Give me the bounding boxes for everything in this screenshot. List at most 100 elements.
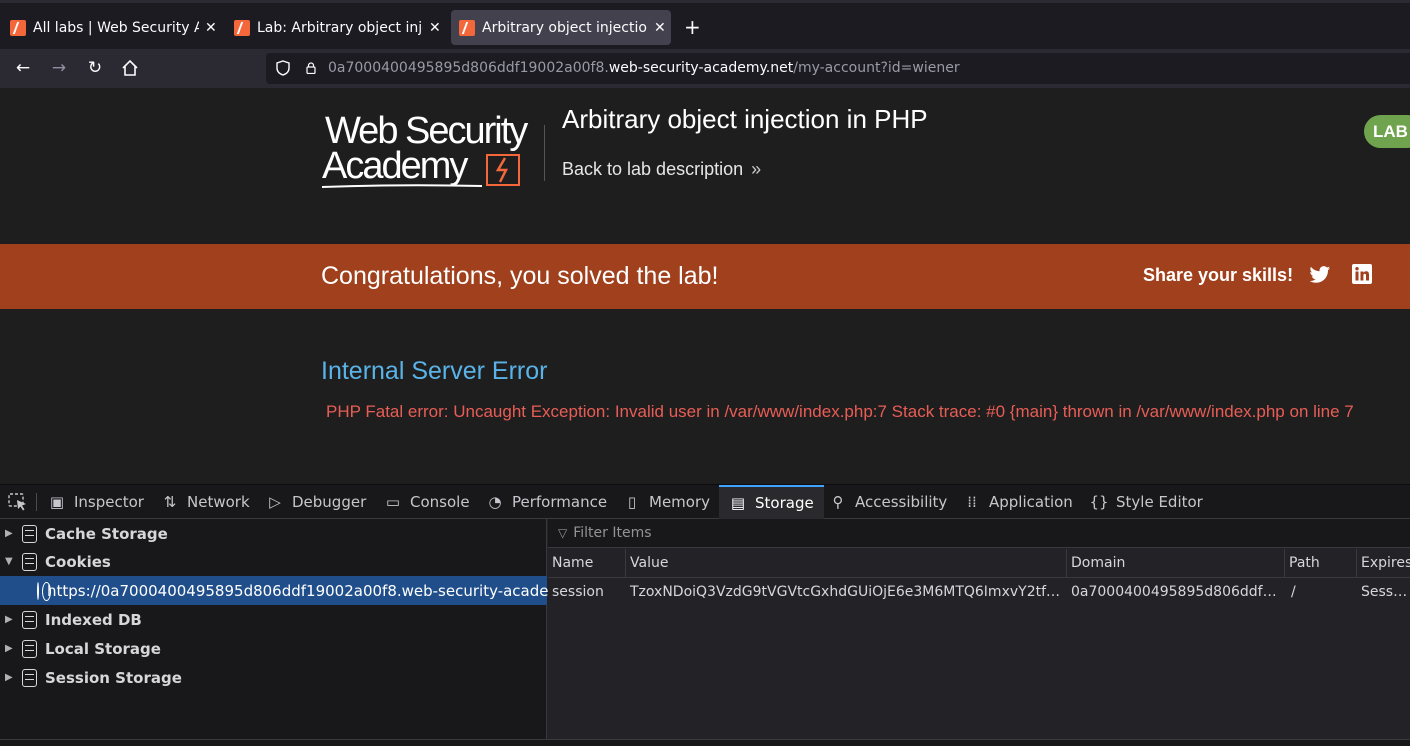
- error-message: PHP Fatal error: Uncaught Exception: Inv…: [326, 402, 1354, 421]
- table-header: Name Value Domain Path Expires: [548, 549, 1410, 578]
- filter-items-input[interactable]: ▽ Filter Items: [548, 519, 1410, 548]
- database-icon: [22, 610, 37, 629]
- web-page: Web Security Academy Arbitrary object in…: [0, 88, 1410, 484]
- column-header-value[interactable]: Value: [626, 549, 1067, 578]
- tree-item-indexed-db[interactable]: ▶ Indexed DB: [0, 605, 547, 634]
- tree-item-session-storage[interactable]: ▶ Session Storage: [0, 663, 547, 692]
- tab-label: Memory: [649, 493, 711, 511]
- console-icon: ▭: [385, 493, 401, 511]
- tab-label: Inspector: [74, 493, 144, 511]
- expand-arrow-icon[interactable]: ▶: [5, 672, 15, 683]
- cell-domain[interactable]: 0a7000400495895d806ddf1…: [1067, 579, 1281, 605]
- cell-value[interactable]: TzoxNDoiQ3VzdG9tVGVtcGxhdGUiOjE6e3M6MTQ6…: [626, 579, 1063, 605]
- lab-title: Arbitrary object injection in PHP: [562, 104, 928, 134]
- linkedin-icon[interactable]: [1352, 264, 1372, 284]
- tree-item-cookies[interactable]: ▼ Cookies: [0, 547, 547, 576]
- devtools-tab-accessibility[interactable]: ⚲ Accessibility: [829, 485, 948, 519]
- back-to-lab-description-link[interactable]: Back to lab description »: [562, 159, 761, 180]
- tracking-shield-icon[interactable]: [276, 60, 290, 76]
- cell-path[interactable]: /: [1287, 579, 1355, 605]
- browser-tab-strip: All labs | Web Security Ac ✕ Lab: Arbitr…: [0, 0, 1410, 49]
- navigation-toolbar: ← → ↻ 0a7000400495895d806ddf19002a00f8.w…: [0, 49, 1410, 88]
- cookies-table-pane: ▽ Filter Items Name Value Domain Path Exp…: [548, 519, 1410, 739]
- url-bar[interactable]: 0a7000400495895d806ddf19002a00f8.web-sec…: [266, 53, 1410, 84]
- tree-item-label: Session Storage: [45, 668, 182, 687]
- performance-icon: ◔: [488, 493, 502, 511]
- table-row[interactable]: session TzoxNDoiQ3VzdG9tVGVtcGxhdGUiOjE6…: [548, 579, 1410, 605]
- cell-expires[interactable]: Session: [1357, 579, 1410, 605]
- tree-item-label: Cookies: [45, 552, 111, 571]
- new-tab-button[interactable]: +: [684, 17, 701, 37]
- tree-item-cookie-origin[interactable]: https://0a7000400495895d806ddf19002a00f8…: [0, 576, 599, 605]
- browser-tab-active[interactable]: Arbitrary object injection ✕: [451, 10, 671, 45]
- application-icon: ⁞⁞: [967, 493, 977, 511]
- expand-arrow-icon[interactable]: ▶: [5, 614, 15, 625]
- tab-label: Application: [989, 493, 1073, 511]
- column-header-name[interactable]: Name: [548, 549, 626, 578]
- column-header-expires[interactable]: Expires: [1357, 549, 1410, 578]
- database-icon: [22, 552, 37, 571]
- tab-title: Lab: Arbitrary object inje: [257, 19, 423, 36]
- forward-arrow-icon[interactable]: →: [48, 57, 70, 79]
- element-picker-icon[interactable]: [8, 493, 28, 511]
- url-text[interactable]: 0a7000400495895d806ddf19002a00f8.web-sec…: [328, 60, 960, 76]
- browser-tab-all-labs[interactable]: All labs | Web Security Ac ✕: [2, 10, 220, 45]
- home-icon[interactable]: [119, 57, 141, 79]
- tree-item-cache-storage[interactable]: ▶ Cache Storage: [0, 519, 547, 548]
- devtools-tab-network[interactable]: ⇅ Network: [161, 485, 250, 519]
- share-skills-label: Share your skills!: [1143, 265, 1294, 285]
- expand-arrow-icon[interactable]: ▶: [5, 643, 15, 654]
- tab-label: Style Editor: [1116, 493, 1203, 511]
- reload-icon[interactable]: ↻: [84, 57, 106, 79]
- logo-bolt-icon: [486, 154, 520, 186]
- tab-label: Network: [187, 493, 250, 511]
- browser-tab-lab[interactable]: Lab: Arbitrary object inje ✕: [226, 10, 444, 45]
- devtools-tab-console[interactable]: ▭ Console: [384, 485, 470, 519]
- tree-item-local-storage[interactable]: ▶ Local Storage: [0, 634, 547, 663]
- devtools-tab-memory[interactable]: ▯ Memory: [623, 485, 710, 519]
- web-security-academy-logo[interactable]: Web Security Academy: [322, 110, 544, 190]
- memory-icon: ▯: [627, 493, 637, 511]
- expand-arrow-icon[interactable]: ▶: [5, 528, 15, 539]
- tab-label: Console: [410, 493, 470, 511]
- column-header-path[interactable]: Path: [1285, 549, 1357, 578]
- filter-funnel-icon: ▽: [558, 526, 568, 540]
- logo-line-2: Academy: [322, 145, 468, 187]
- url-prefix: 0a7000400495895d806ddf19002a00f8.: [328, 60, 609, 76]
- devtools-tab-debugger[interactable]: ▷ Debugger: [266, 485, 366, 519]
- globe-icon: [37, 581, 51, 601]
- solved-message: Congratulations, you solved the lab!: [321, 262, 719, 290]
- toolbar-separator: [36, 493, 37, 511]
- tab-label: Performance: [512, 493, 608, 511]
- devtools-tab-application[interactable]: ⁞⁞ Application: [963, 485, 1073, 519]
- lock-icon[interactable]: [306, 62, 316, 74]
- logo-underline: [322, 184, 482, 188]
- storage-icon: ▤: [730, 494, 746, 512]
- twitter-icon[interactable]: [1309, 265, 1331, 285]
- inspector-icon: ▣: [49, 493, 65, 511]
- tree-item-label: Local Storage: [45, 639, 161, 658]
- lab-status-badge: LAB: [1364, 115, 1410, 148]
- collapse-arrow-icon[interactable]: ▼: [5, 556, 15, 567]
- column-header-domain[interactable]: Domain: [1067, 549, 1285, 578]
- header-divider: [544, 125, 545, 181]
- devtools-tab-performance[interactable]: ◔ Performance: [486, 485, 607, 519]
- database-icon: [22, 639, 37, 658]
- database-icon: [22, 524, 37, 543]
- close-tab-icon[interactable]: ✕: [205, 20, 217, 36]
- close-tab-icon[interactable]: ✕: [429, 20, 441, 36]
- error-title: Internal Server Error: [321, 357, 548, 385]
- portswigger-favicon-icon: [234, 19, 250, 36]
- devtools-tab-storage[interactable]: ▤ Storage: [719, 485, 824, 519]
- tab-label: Accessibility: [855, 493, 948, 511]
- tree-item-label: Cache Storage: [45, 524, 168, 543]
- storage-tree: ▶ Cache Storage ▼ Cookies https://0a700040…: [0, 519, 599, 739]
- tab-title: All labs | Web Security Ac: [33, 19, 199, 36]
- devtools-tab-style-editor[interactable]: {} Style Editor: [1089, 485, 1203, 519]
- close-tab-icon[interactable]: ✕: [654, 20, 666, 36]
- database-icon: [22, 668, 37, 687]
- tab-label: Storage: [755, 494, 814, 512]
- cell-name[interactable]: session: [548, 579, 626, 605]
- devtools-tab-inspector[interactable]: ▣ Inspector: [48, 485, 144, 519]
- back-arrow-icon[interactable]: ←: [12, 57, 34, 79]
